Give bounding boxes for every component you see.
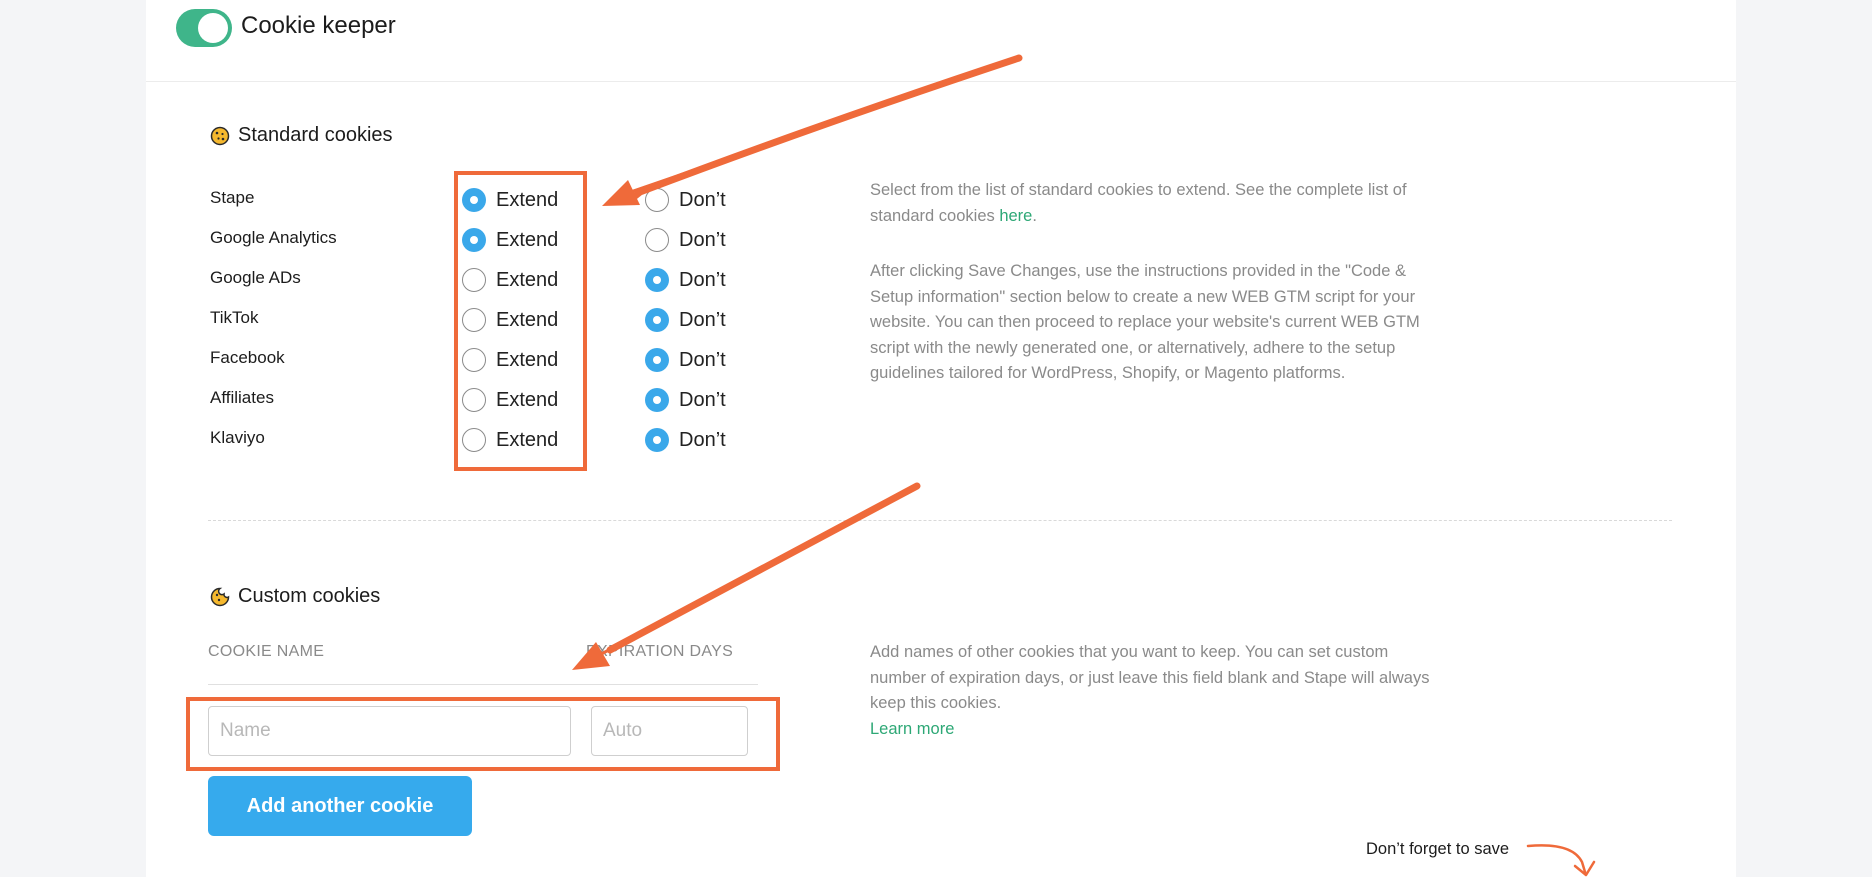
add-another-cookie-button[interactable]: Add another cookie <box>208 776 472 836</box>
dont-radio[interactable] <box>645 428 669 452</box>
custom-cookies-description: Add names of other cookies that you want… <box>870 640 1440 742</box>
dont-radio-label: Don’t <box>679 388 726 411</box>
dont-radio[interactable] <box>645 308 669 332</box>
cookie-row-label: Affiliates <box>210 388 274 407</box>
cookie-bite-icon <box>210 587 230 606</box>
section-divider <box>208 520 1672 521</box>
standard-cookies-description: Select from the list of standard cookies… <box>870 178 1440 229</box>
dont-radio-option[interactable]: Don’t <box>645 348 726 372</box>
custom-inputs-highlight <box>186 697 780 771</box>
learn-more-link[interactable]: Learn more <box>870 720 954 738</box>
dont-radio-label: Don’t <box>679 348 726 371</box>
cookie-row-label: TikTok <box>210 308 259 327</box>
dont-radio-option[interactable]: Don’t <box>645 388 726 412</box>
standard-cookies-heading: Standard cookies <box>210 124 393 147</box>
dont-radio-label: Don’t <box>679 268 726 291</box>
desc-period: . <box>1032 206 1037 225</box>
custom-cookies-title: Custom cookies <box>238 585 381 607</box>
page-title: Cookie keeper <box>241 12 396 39</box>
cookie-row-label: Facebook <box>210 348 285 367</box>
dont-radio-option[interactable]: Don’t <box>645 188 726 212</box>
dont-radio-label: Don’t <box>679 188 726 211</box>
cookie-row-label: Stape <box>210 188 255 207</box>
cookie-name-column-header: COOKIE NAME <box>208 643 325 660</box>
dont-radio[interactable] <box>645 268 669 292</box>
desc-text: Select from the list of standard cookies… <box>870 181 1407 225</box>
cookie-icon <box>210 126 230 145</box>
cookie-row-label: Google ADs <box>210 268 301 287</box>
save-reminder-note: Don’t forget to save <box>1366 840 1510 858</box>
extend-column-highlight <box>454 171 587 471</box>
card-header: Cookie keeper <box>146 0 1736 82</box>
standard-cookies-title: Standard cookies <box>238 124 393 146</box>
column-header-underline <box>208 684 758 685</box>
dont-radio-label: Don’t <box>679 228 726 251</box>
dont-radio-option[interactable]: Don’t <box>645 308 726 332</box>
custom-cookies-heading: Custom cookies <box>210 585 380 608</box>
custom-desc-text: Add names of other cookies that you want… <box>870 643 1430 712</box>
dont-radio[interactable] <box>645 188 669 212</box>
save-instructions-text: After clicking Save Changes, use the ins… <box>870 262 1420 382</box>
expiration-days-column-header: EXPIRATION DAYS <box>586 643 734 660</box>
dont-radio-label: Don’t <box>679 428 726 451</box>
dont-radio-option[interactable]: Don’t <box>645 228 726 252</box>
dont-radio[interactable] <box>645 388 669 412</box>
cookie-row-label: Klaviyo <box>210 428 265 447</box>
dont-radio-label: Don’t <box>679 308 726 331</box>
dont-radio-option[interactable]: Don’t <box>645 428 726 452</box>
cookie-row-label: Google Analytics <box>210 228 337 247</box>
dont-radio[interactable] <box>645 228 669 252</box>
cookie-keeper-toggle[interactable] <box>176 9 232 47</box>
toggle-knob <box>198 13 228 43</box>
dont-radio[interactable] <box>645 348 669 372</box>
here-link[interactable]: here <box>999 207 1032 225</box>
dont-radio-option[interactable]: Don’t <box>645 268 726 292</box>
